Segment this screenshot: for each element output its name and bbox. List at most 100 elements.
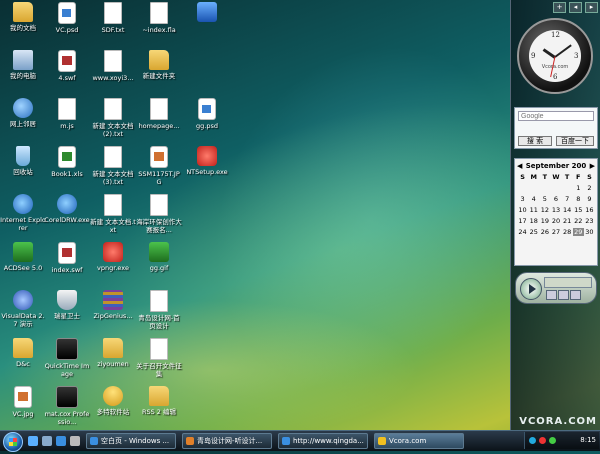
desktop-icon[interactable]: 关于召开文件征集 bbox=[136, 338, 182, 382]
desktop-icon[interactable]: CorelDRW.exe bbox=[44, 194, 90, 238]
calendar-day[interactable]: 4 bbox=[528, 195, 539, 203]
taskbar-clock[interactable]: 8:15 bbox=[580, 436, 596, 444]
calendar-day[interactable]: 12 bbox=[539, 206, 550, 214]
desktop-icon[interactable]: ZipGenius... bbox=[90, 290, 136, 334]
taskbar-task-button[interactable]: Vcora.com bbox=[374, 433, 464, 449]
calendar-day[interactable]: 25 bbox=[528, 228, 539, 236]
desktop-icon[interactable]: gg.psd bbox=[184, 98, 230, 142]
desktop-icon[interactable]: ziyoumen bbox=[90, 338, 136, 382]
swf-icon bbox=[58, 50, 76, 72]
desktop-icon[interactable]: 新建 文本文档 (3).txt bbox=[90, 146, 136, 190]
calendar-day[interactable]: 7 bbox=[562, 195, 573, 203]
calendar-day-name: S bbox=[520, 173, 525, 181]
search-button[interactable]: 搜 索 bbox=[518, 136, 552, 146]
desktop-icon-label: 我的文档 bbox=[10, 24, 36, 32]
desktop-icon[interactable]: QuickTime Image bbox=[44, 338, 90, 382]
desktop-icon[interactable]: D&c bbox=[0, 338, 46, 382]
calendar-day[interactable]: 22 bbox=[573, 217, 584, 225]
desktop-icon[interactable]: 瑞星卫士 bbox=[44, 290, 90, 334]
calendar-today[interactable]: 29 bbox=[572, 228, 584, 236]
calendar-day[interactable]: 16 bbox=[584, 206, 595, 214]
show-desktop-icon[interactable] bbox=[70, 436, 80, 446]
desktop-icon[interactable]: 新建 文本文档 (2).txt bbox=[90, 98, 136, 142]
calendar-day[interactable]: 10 bbox=[517, 206, 528, 214]
ie-quicklaunch-icon[interactable] bbox=[28, 436, 38, 446]
browser-quicklaunch-icon[interactable] bbox=[56, 436, 66, 446]
desktop-icon[interactable]: 4.swf bbox=[44, 50, 90, 94]
calendar-day[interactable]: 30 bbox=[584, 228, 595, 236]
calendar-day[interactable]: 9 bbox=[584, 195, 595, 203]
taskbar-task-button[interactable]: http://www.qingda... bbox=[278, 433, 368, 449]
baidu-button[interactable]: 百度一下 bbox=[556, 136, 594, 146]
calendar-day[interactable]: 27 bbox=[550, 228, 561, 236]
calendar-day[interactable]: 17 bbox=[517, 217, 528, 225]
desktop-icon[interactable]: 多特软件站 bbox=[90, 386, 136, 430]
desktop-icon[interactable]: ACDSee 5.0 bbox=[0, 242, 46, 286]
calendar-day[interactable]: 1 bbox=[573, 184, 584, 192]
taskbar-task-button[interactable]: 空白页 - Windows ... bbox=[86, 433, 176, 449]
add-gadget-button[interactable]: + bbox=[553, 2, 566, 13]
volume-icon[interactable] bbox=[549, 437, 556, 444]
clock-gadget[interactable]: 12 3 6 9 Vcora.com bbox=[517, 18, 593, 94]
calendar-day[interactable]: 5 bbox=[539, 195, 550, 203]
play-icon[interactable] bbox=[520, 278, 542, 300]
calendar-day[interactable]: 15 bbox=[573, 206, 584, 214]
calendar-day[interactable]: 24 bbox=[517, 228, 528, 236]
desktop-icon[interactable]: VC.psd bbox=[44, 2, 90, 46]
calendar-day[interactable]: 26 bbox=[539, 228, 550, 236]
calendar-day[interactable]: 14 bbox=[562, 206, 573, 214]
desktop-icon[interactable]: 网上邻居 bbox=[0, 98, 46, 142]
desktop-quicklaunch-icon[interactable] bbox=[42, 436, 52, 446]
desktop-icon[interactable]: index.swf bbox=[44, 242, 90, 286]
network-icon[interactable] bbox=[529, 437, 536, 444]
calendar-day[interactable]: 23 bbox=[584, 217, 595, 225]
desktop-icon[interactable]: 海岸环保创作大赛报名... bbox=[136, 194, 182, 238]
taskbar-task-button[interactable]: 青岛设计网-听设计... bbox=[182, 433, 272, 449]
desktop-icon[interactable]: 新建文件夹 bbox=[136, 50, 182, 94]
calendar-day[interactable]: 6 bbox=[550, 195, 561, 203]
next-gadget-button[interactable]: ▸ bbox=[585, 2, 598, 13]
desktop-icon[interactable]: SSM1175T.JPG bbox=[136, 146, 182, 190]
calendar-day[interactable]: 13 bbox=[550, 206, 561, 214]
desktop-icon[interactable]: 回收站 bbox=[0, 146, 46, 190]
calendar-day[interactable]: 11 bbox=[528, 206, 539, 214]
start-button[interactable] bbox=[3, 432, 23, 452]
desktop-icon[interactable]: 青岛设计网-首页设计 bbox=[136, 290, 182, 334]
calendar-day[interactable]: 20 bbox=[550, 217, 561, 225]
desktop-icon[interactable] bbox=[184, 2, 230, 46]
prev-track-icon[interactable] bbox=[546, 290, 557, 300]
desktop-icon[interactable]: VisualData 2.7 演示 bbox=[0, 290, 46, 334]
google-search-input[interactable] bbox=[518, 111, 594, 121]
calendar-day bbox=[539, 184, 550, 192]
desktop-icon[interactable]: NTSetup.exe bbox=[184, 146, 230, 190]
pause-icon[interactable] bbox=[558, 290, 569, 300]
desktop-icon[interactable]: m.js bbox=[44, 98, 90, 142]
next-month-button[interactable]: ▶ bbox=[590, 162, 595, 170]
calendar-day[interactable]: 19 bbox=[539, 217, 550, 225]
calendar-day[interactable]: 2 bbox=[584, 184, 595, 192]
calendar-day[interactable]: 18 bbox=[528, 217, 539, 225]
desktop-icon[interactable]: SDF.txt bbox=[90, 2, 136, 46]
antivirus-icon[interactable] bbox=[539, 437, 546, 444]
desktop-icon[interactable]: ~index.fla bbox=[136, 2, 182, 46]
calendar-day[interactable]: 8 bbox=[573, 195, 584, 203]
calendar-day[interactable]: 21 bbox=[562, 217, 573, 225]
desktop-icon[interactable]: RSS 2 编辑 bbox=[136, 386, 182, 430]
desktop-icon[interactable]: mat.cox Professio... bbox=[44, 386, 90, 430]
desktop-icon[interactable]: 我的电脑 bbox=[0, 50, 46, 94]
desktop-icon-label: vpngr.exe bbox=[97, 264, 129, 272]
desktop-icon[interactable]: gg.gif bbox=[136, 242, 182, 286]
calendar-day[interactable]: 28 bbox=[562, 228, 573, 236]
desktop-icon[interactable]: 我的文档 bbox=[0, 2, 46, 46]
desktop-icon[interactable]: VC.jpg bbox=[0, 386, 46, 430]
desktop-icon[interactable]: Book1.xls bbox=[44, 146, 90, 190]
desktop-icon[interactable]: homepage... bbox=[136, 98, 182, 142]
desktop-icon[interactable]: vpngr.exe bbox=[90, 242, 136, 286]
desktop-icon[interactable]: Internet Explorer bbox=[0, 194, 46, 238]
desktop-icon[interactable]: www.xoyi3... bbox=[90, 50, 136, 94]
prev-month-button[interactable]: ◀ bbox=[517, 162, 522, 170]
next-track-icon[interactable] bbox=[570, 290, 581, 300]
calendar-day[interactable]: 3 bbox=[517, 195, 528, 203]
prev-gadget-button[interactable]: ◂ bbox=[569, 2, 582, 13]
desktop-icon[interactable]: 新建 文本文档.txt bbox=[90, 194, 136, 238]
